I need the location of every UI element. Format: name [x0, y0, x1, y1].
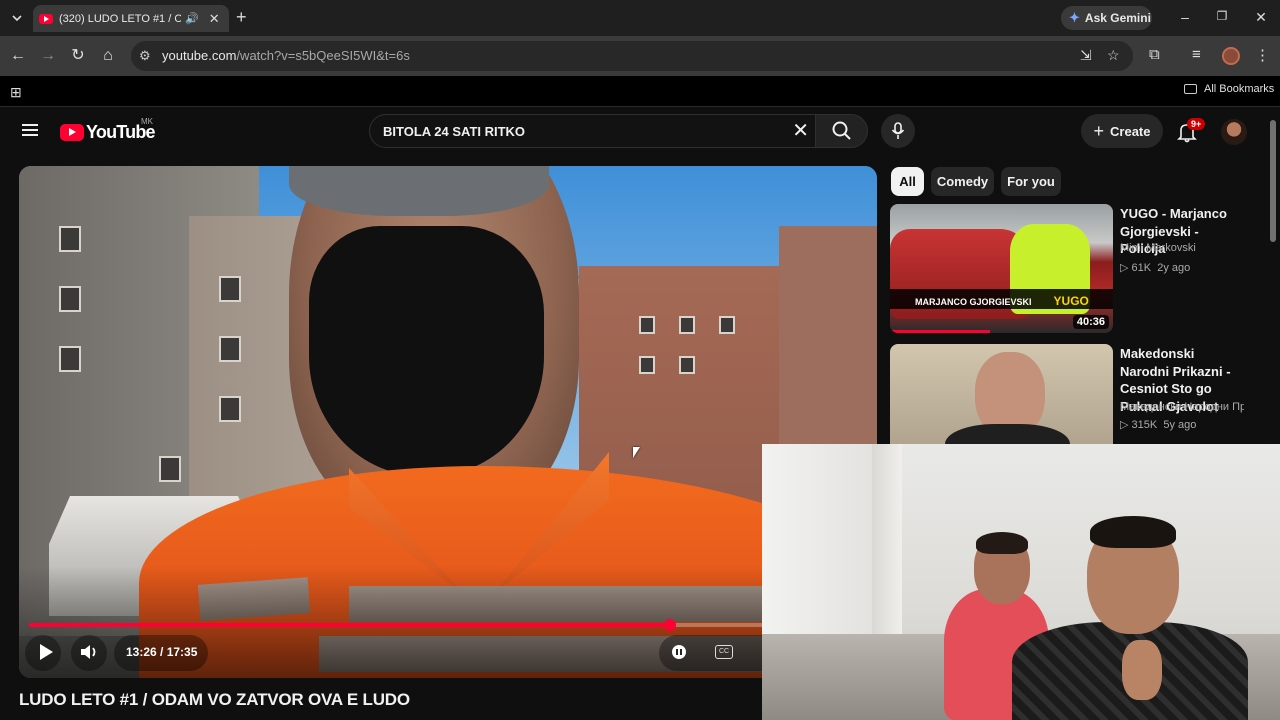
video-thumbnail[interactable]: MARJANCO GJORGIEVSKI YUGO 40:36 — [890, 204, 1113, 333]
all-bookmarks-label: All Bookmarks — [1204, 83, 1275, 95]
ask-gemini-label: Ask Gemini — [1084, 11, 1151, 25]
chip-comedy[interactable]: Comedy — [931, 167, 994, 196]
install-app-icon[interactable]: ⇲ — [1080, 47, 1092, 64]
play-icon — [40, 644, 53, 660]
plus-icon: + — [1093, 120, 1105, 141]
channel-name[interactable]: Mimi Markovski — [1120, 242, 1244, 254]
time-readout: 13:26 / 17:35 — [126, 645, 198, 659]
video-title: LUDO LETO #1 / ODAM VO ZATVOR OVA E LUDO — [19, 690, 410, 709]
create-button[interactable]: + Create — [1081, 114, 1163, 148]
close-window-icon[interactable]: ✕ — [1253, 9, 1269, 26]
reload-icon[interactable]: ↻ — [68, 45, 88, 67]
voice-search-button[interactable] — [881, 114, 915, 148]
thumbnail-caption-text: MARJANCO GJORGIEVSKI — [915, 297, 1032, 307]
browser-tab-strip: (320) LUDO LETO #1 / ODAM VO ZATVOR OVA … — [0, 0, 1280, 36]
upload-age: 2y ago — [1157, 262, 1191, 274]
minimize-icon[interactable]: – — [1177, 9, 1193, 25]
mouse-cursor — [633, 447, 640, 458]
more-menu-icon[interactable]: ⋮ — [1255, 46, 1270, 64]
page-scrollbar[interactable] — [1270, 120, 1276, 242]
duration-badge: 40:36 — [1072, 315, 1109, 329]
views-icon: ▷ — [1120, 419, 1132, 431]
restore-icon[interactable]: ❐ — [1214, 9, 1230, 23]
screen: (320) LUDO LETO #1 / ODAM VO ZATVOR OVA … — [0, 0, 1280, 720]
create-label: Create — [1110, 123, 1151, 139]
search-query[interactable]: BITOLA 24 SATI RITKO — [383, 124, 525, 139]
video-player[interactable]: 13:26 / 17:35 CC — [19, 166, 877, 678]
browser-tab-active[interactable]: (320) LUDO LETO #1 / ODAM VO ZATVOR OVA … — [33, 5, 229, 32]
watched-progress — [890, 330, 990, 333]
apps-grid-icon[interactable]: ⊞ — [10, 84, 22, 101]
menu-icon[interactable] — [22, 124, 38, 136]
view-count: 315K — [1131, 419, 1158, 431]
scrubber-handle[interactable] — [663, 619, 676, 631]
browser-toolbar: ← → ↻ ⌂ ⚙ youtube.com/watch?v=s5bQeeSI5W… — [0, 36, 1280, 76]
youtube-play-logo-icon — [60, 124, 84, 141]
url-path: /watch?v=s5bQeeSI5WI&t=6s — [236, 48, 410, 63]
youtube-logo[interactable]: YouTube MK — [60, 117, 156, 143]
bookmark-star-icon[interactable]: ☆ — [1107, 47, 1120, 64]
media-controls-icon[interactable]: ≡ — [1192, 46, 1201, 63]
thumbnail-caption: MARJANCO GJORGIEVSKI YUGO — [890, 289, 1113, 309]
youtube-header: YouTube MK BITOLA 24 SATI RITKO ✕ + Crea… — [0, 107, 1280, 157]
volume-icon — [81, 645, 96, 659]
chevron-down-icon — [12, 14, 22, 21]
clear-search-icon[interactable]: ✕ — [792, 120, 809, 142]
search-button[interactable] — [816, 114, 868, 148]
video-frame — [19, 166, 877, 678]
upload-age: 5y ago — [1163, 419, 1197, 431]
extensions-icon[interactable]: ⧉ — [1149, 46, 1160, 63]
site-settings-icon[interactable]: ⚙ — [139, 48, 151, 64]
chip-all[interactable]: All — [891, 167, 924, 196]
progress-played — [29, 623, 670, 627]
all-bookmarks-button[interactable]: All Bookmarks — [1184, 83, 1274, 95]
tab-title: (320) LUDO LETO #1 / ODAM VO ZATVOR OVA … — [59, 12, 181, 25]
gemini-sparkle-icon: ✦ — [1069, 10, 1080, 25]
notifications-badge: 9+ — [1187, 118, 1206, 130]
home-icon[interactable]: ⌂ — [98, 45, 118, 67]
search-icon — [832, 121, 851, 140]
views-icon: ▷ — [1120, 262, 1132, 274]
progress-bar[interactable] — [29, 619, 867, 631]
youtube-favicon-icon — [39, 13, 53, 24]
country-code: MK — [141, 117, 153, 126]
bookmarks-bar: ⊞ All Bookmarks — [0, 76, 1280, 107]
video-meta: ▷ 61K 2y ago — [1120, 261, 1190, 274]
browser-profile-avatar[interactable] — [1222, 47, 1240, 65]
ask-gemini-button[interactable]: ✦ Ask Gemini — [1061, 6, 1152, 30]
back-arrow-icon[interactable]: ← — [8, 45, 28, 67]
account-avatar[interactable] — [1221, 119, 1247, 145]
tab-search-button[interactable] — [6, 8, 28, 28]
url-text[interactable]: youtube.com/watch?v=s5bQeeSI5WI&t=6s — [162, 48, 410, 63]
view-count: 61K — [1131, 262, 1152, 274]
microphone-icon — [891, 122, 905, 139]
subtitles-icon[interactable]: CC — [715, 645, 733, 659]
webcam-overlay — [762, 444, 1280, 720]
thumbnail-brand-text: YUGO — [1053, 294, 1089, 308]
video-meta: ▷ 315K 5y ago — [1120, 418, 1196, 431]
close-tab-icon[interactable]: ✕ — [209, 11, 220, 27]
speaker-icon[interactable]: 🔊 — [185, 12, 199, 25]
forward-arrow-icon[interactable]: → — [38, 45, 58, 67]
chip-for-you[interactable]: For you — [1001, 167, 1061, 196]
channel-name[interactable]: Македонски Народни Пр... — [1120, 401, 1244, 413]
folder-icon — [1184, 84, 1197, 94]
url-host: youtube.com — [162, 48, 237, 63]
search-input[interactable]: BITOLA 24 SATI RITKO ✕ — [369, 114, 816, 148]
new-tab-button[interactable]: + — [236, 8, 247, 26]
autoplay-toggle-icon[interactable] — [672, 645, 686, 659]
address-bar[interactable]: ⚙ youtube.com/watch?v=s5bQeeSI5WI&t=6s ⇲… — [131, 41, 1133, 71]
